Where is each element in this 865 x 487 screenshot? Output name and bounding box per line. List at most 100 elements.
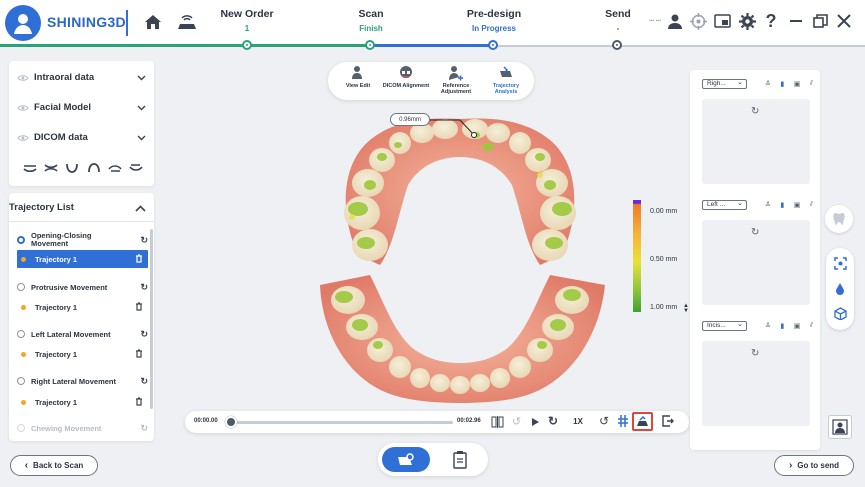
tool-dicom-alignment[interactable]: DICOM Alignment: [382, 65, 430, 89]
upper-jaw-icon[interactable]: [23, 163, 37, 173]
trajectory-item[interactable]: Trajectory 1: [17, 348, 148, 360]
refresh-icon[interactable]: ↻: [751, 106, 759, 117]
settings-gear-icon[interactable]: [738, 12, 756, 30]
playback-slider-handle[interactable]: [225, 416, 237, 428]
step-back-icon[interactable]: ↺: [510, 415, 523, 428]
step-node-pre-design[interactable]: [488, 40, 498, 50]
tool-trajectory-analysis[interactable]: Trajectory Analysis: [482, 65, 530, 95]
data-item-facial-model[interactable]: Facial Model: [17, 102, 91, 113]
delete-icon[interactable]: [135, 396, 143, 408]
data-item-dicom[interactable]: DICOM data: [17, 132, 88, 143]
mesh-icon[interactable]: ▣: [794, 322, 801, 330]
trajectory-item-selected[interactable]: Trajectory 1: [17, 250, 148, 268]
view-select-incisal[interactable]: Incis... ⌄: [702, 321, 747, 331]
bite-icon[interactable]: [44, 163, 58, 173]
radio-disabled[interactable]: [17, 424, 25, 432]
list-scrollbar[interactable]: [150, 229, 153, 409]
movement-right-lateral[interactable]: Right Lateral Movement ↻: [17, 375, 148, 387]
step-node-scan[interactable]: [365, 40, 375, 50]
upper-jaw-model[interactable]: [344, 118, 576, 265]
play-icon[interactable]: [529, 415, 541, 428]
go-to-send-button[interactable]: › Go to send: [774, 455, 854, 476]
step-node-new-order[interactable]: [242, 40, 252, 50]
eye-icon[interactable]: [17, 134, 29, 142]
mesh-icon[interactable]: ▣: [794, 201, 801, 209]
tooth-icon[interactable]: ▮: [780, 201, 784, 209]
delete-icon[interactable]: [135, 301, 143, 313]
view-select-left[interactable]: Left ... ⌄: [702, 200, 747, 210]
trajectory-item[interactable]: Trajectory 1: [17, 301, 148, 313]
eye-icon[interactable]: [17, 74, 29, 82]
tooth-view-button[interactable]: [825, 205, 853, 233]
screenshot-icon[interactable]: [713, 12, 731, 30]
movement-protrusive[interactable]: Protrusive Movement ↻: [17, 281, 148, 293]
view-select-right[interactable]: Righ... ⌄: [702, 79, 747, 89]
occlusal-plane-icon[interactable]: ≚: [765, 80, 771, 88]
lower-arch-icon[interactable]: [65, 163, 79, 173]
chevron-down-icon[interactable]: [137, 103, 146, 113]
reset-icon[interactable]: ↻: [140, 423, 148, 434]
scan-frame-icon[interactable]: [833, 256, 847, 270]
radio-selected[interactable]: [17, 236, 25, 244]
view-pane-left[interactable]: ↻: [702, 220, 810, 305]
trajectory-display-icon[interactable]: [632, 412, 653, 431]
patient-view-button[interactable]: [828, 415, 852, 439]
user-icon[interactable]: [666, 12, 684, 30]
hatch-icon[interactable]: ⫽: [810, 322, 813, 330]
chevron-down-icon[interactable]: [137, 133, 146, 143]
dental-model-viewport[interactable]: [300, 105, 620, 410]
compare-split-icon[interactable]: [490, 415, 504, 429]
water-drop-icon[interactable]: [833, 281, 847, 295]
tooth-icon[interactable]: ▮: [780, 322, 784, 330]
delete-icon[interactable]: [135, 253, 143, 265]
cloud-device-icon[interactable]: [175, 11, 199, 33]
occlusal-plane-icon[interactable]: ≚: [765, 322, 771, 330]
view-pane-incisal[interactable]: ↻: [702, 341, 810, 426]
refresh-icon[interactable]: ↻: [751, 348, 759, 359]
export-icon[interactable]: [661, 414, 675, 428]
step-forward-icon[interactable]: ↻: [546, 414, 560, 428]
radio-unselected[interactable]: [17, 377, 25, 385]
delete-icon[interactable]: [135, 348, 143, 360]
occlusal-plane-icon[interactable]: ≚: [765, 201, 771, 209]
eye-icon[interactable]: [17, 104, 29, 112]
right-jaw-icon[interactable]: [129, 163, 143, 173]
trajectory-item[interactable]: Trajectory 1: [17, 396, 148, 408]
view-pane-right[interactable]: ↻: [702, 99, 810, 184]
grid-toggle-icon[interactable]: [616, 414, 629, 428]
minimize-icon[interactable]: [787, 12, 805, 30]
mode-3d-view-button[interactable]: [382, 447, 430, 472]
reset-icon[interactable]: ↻: [140, 235, 148, 246]
hatch-icon[interactable]: ⫽: [810, 201, 813, 209]
chevron-down-icon[interactable]: [137, 73, 146, 83]
legend-stepper-icon[interactable]: ▲ ▼: [682, 303, 690, 315]
mesh-icon[interactable]: ▣: [794, 80, 801, 88]
close-icon[interactable]: [835, 12, 853, 30]
playback-slider-track[interactable]: [228, 421, 453, 424]
tooth-icon[interactable]: ▮: [780, 80, 784, 88]
hatch-icon[interactable]: ⫽: [810, 80, 813, 88]
radio-unselected[interactable]: [17, 330, 25, 338]
restore-window-icon[interactable]: [811, 12, 829, 30]
lower-jaw-model[interactable]: [320, 275, 605, 403]
cube-icon[interactable]: [833, 306, 847, 320]
report-clipboard-icon[interactable]: [451, 450, 469, 470]
left-jaw-icon[interactable]: [108, 163, 122, 173]
tool-reference-adjustment[interactable]: Reference Adjustment: [432, 65, 480, 95]
home-icon[interactable]: [143, 12, 163, 32]
back-to-scan-button[interactable]: ‹ Back to Scan: [10, 455, 98, 476]
target-icon[interactable]: [689, 12, 707, 30]
data-item-intraoral[interactable]: Intraoral data: [17, 72, 94, 83]
movement-opening-closing[interactable]: Opening-Closing Movement ↻: [17, 231, 148, 249]
tool-view-edit[interactable]: View Edit: [334, 65, 382, 89]
reset-view-icon[interactable]: ↺: [597, 414, 611, 428]
reset-icon[interactable]: ↻: [140, 376, 148, 387]
help-question-icon[interactable]: ?: [763, 10, 779, 32]
step-node-send[interactable]: [612, 40, 622, 50]
refresh-icon[interactable]: ↻: [751, 227, 759, 238]
movement-left-lateral[interactable]: Left Lateral Movement ↻: [17, 328, 148, 340]
playback-speed[interactable]: 1X: [570, 415, 586, 428]
reset-icon[interactable]: ↻: [140, 329, 148, 340]
movement-chewing[interactable]: Chewing Movement ↻: [17, 422, 148, 434]
radio-unselected[interactable]: [17, 283, 25, 291]
